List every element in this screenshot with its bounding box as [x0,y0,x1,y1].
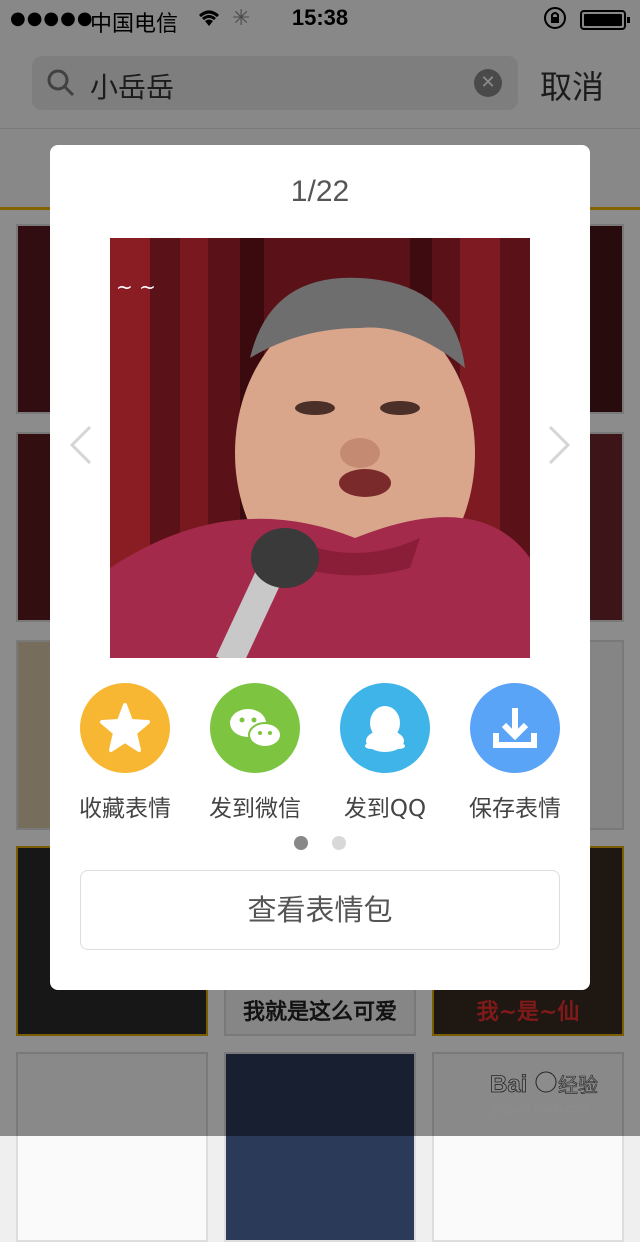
action-label: 发到QQ [343,796,427,822]
image-counter: 1/22 [290,175,350,208]
star-icon [80,683,170,773]
page-dot[interactable] [332,836,346,850]
action-label: 发到微信 [209,796,301,822]
previous-arrow-icon[interactable] [68,425,94,465]
svg-text:~ ~: ~ ~ [116,275,156,299]
download-icon [470,683,560,773]
page-indicator [50,835,590,851]
action-label: 保存表情 [469,796,561,822]
favorite-sticker-button[interactable]: 收藏表情 [60,683,190,843]
send-to-qq-button[interactable]: 发到QQ [320,683,450,843]
send-to-wechat-button[interactable]: 发到微信 [190,683,320,843]
view-sticker-pack-button[interactable]: 查看表情包 [80,870,560,950]
sticker-preview-image: ~ ~ [110,238,530,658]
action-label: 收藏表情 [79,796,171,822]
next-arrow-icon[interactable] [546,425,572,465]
page-dot-active[interactable] [294,836,308,850]
save-sticker-button[interactable]: 保存表情 [450,683,580,843]
sticker-preview-dialog: 1/22 ~ ~ 收藏表情 发到微信 发到QQ 保存表情 查看表情包 [50,145,590,990]
wechat-icon [210,683,300,773]
qq-icon [340,683,430,773]
